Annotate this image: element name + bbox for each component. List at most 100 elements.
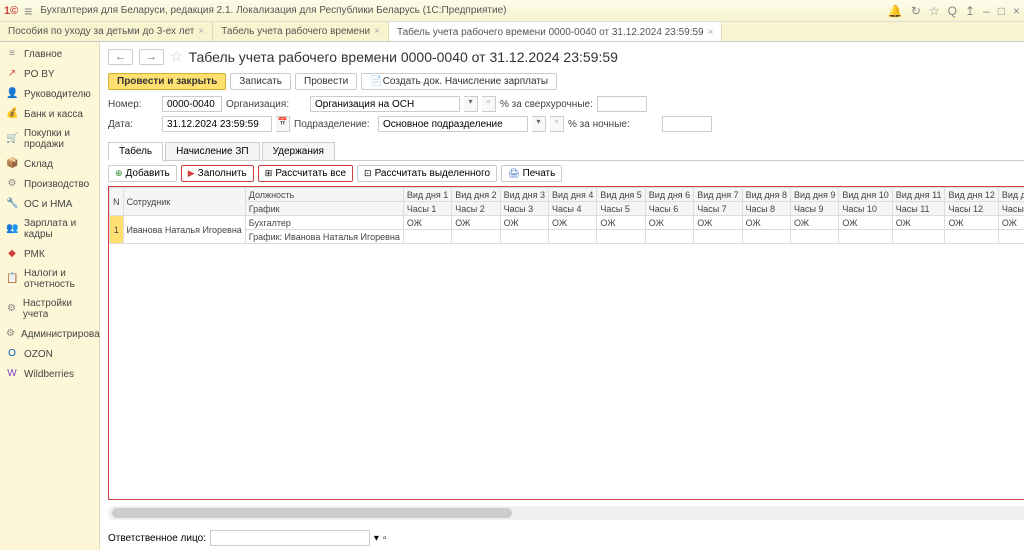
grid-toolbar: ⊕Добавить ▶Заполнить ⊞Рассчитать все ⊡Ра…: [100, 161, 1024, 186]
calc-all-button[interactable]: ⊞Рассчитать все: [258, 165, 353, 182]
sidebar-item-label: Wildberries: [24, 369, 74, 380]
tab-2[interactable]: Табель учета рабочего времени 0000-0040 …: [389, 22, 723, 41]
print-button[interactable]: 🖨Печать: [501, 165, 562, 182]
create-doc-button[interactable]: 📄Создать док. Начисление зарплаты: [361, 73, 557, 90]
sidebar-item-label: Настройки учета: [23, 298, 93, 320]
sidebar-item-5[interactable]: 📦Склад: [0, 154, 99, 174]
menu-icon[interactable]: ≡: [24, 3, 32, 19]
user-icon[interactable]: ↥: [965, 4, 975, 18]
sidebar-item-label: ОС и НМА: [24, 199, 72, 210]
back-button[interactable]: ←: [108, 49, 133, 65]
star-icon[interactable]: ☆: [929, 4, 940, 18]
chevron-down-icon[interactable]: ▾: [464, 96, 478, 112]
sidebar-item-2[interactable]: 👤Руководителю: [0, 84, 99, 104]
tab-0[interactable]: Пособия по уходу за детьми до 3-ех лет×: [0, 22, 213, 41]
titlebar-actions: 🔔 ↻ ☆ Q ↥ – □ ×: [888, 4, 1020, 18]
sidebar-item-label: Налоги и отчетность: [24, 268, 93, 290]
tab-1[interactable]: Табель учета рабочего времени×: [213, 22, 389, 41]
sidebar-item-13[interactable]: O OZON: [0, 344, 99, 364]
date-label: Дата:: [108, 119, 158, 130]
sidebar-item-6[interactable]: ⚙Производство: [0, 174, 99, 194]
num-label: Номер:: [108, 99, 158, 110]
sidebar-icon: 👥: [6, 223, 18, 235]
date-input[interactable]: [162, 116, 272, 132]
app-title: Бухгалтерия для Беларуси, редакция 2.1. …: [40, 5, 887, 16]
q-icon[interactable]: Q: [948, 4, 957, 18]
sidebar-item-11[interactable]: ⚙Настройки учета: [0, 294, 99, 324]
max-icon[interactable]: □: [998, 4, 1005, 18]
chevron-down-icon[interactable]: ▾: [374, 533, 379, 544]
sidebar-item-1[interactable]: ↗PO BY: [0, 64, 99, 84]
sidebar-icon: 🛒: [6, 133, 18, 145]
sidebar-item-7[interactable]: 🔧ОС и НМА: [0, 194, 99, 214]
sidebar-item-10[interactable]: 📋Налоги и отчетность: [0, 264, 99, 294]
night-label: % за ночные:: [568, 119, 658, 130]
min-icon[interactable]: –: [983, 4, 990, 18]
subtabs: Табель Начисление ЗП Удержания: [108, 142, 1024, 161]
history-icon[interactable]: ↻: [911, 4, 921, 18]
sidebar-item-label: Главное: [24, 49, 62, 60]
open-icon[interactable]: ▫: [550, 116, 564, 132]
app-logo: 1©: [4, 5, 18, 17]
fill-button[interactable]: ▶Заполнить: [181, 165, 254, 182]
close-icon[interactable]: ×: [1013, 4, 1020, 18]
bell-icon[interactable]: 🔔: [888, 4, 903, 18]
sidebar-icon: ⚙: [6, 328, 15, 340]
page-header: ← → ☆ Табель учета рабочего времени 0000…: [100, 42, 1024, 71]
sidebar-item-3[interactable]: 💰Банк и касса: [0, 104, 99, 124]
sidebar-item-8[interactable]: 👥 Зарплата и кадры: [0, 214, 99, 244]
sidebar-item-label: Покупки и продажи: [24, 128, 93, 150]
sidebar-item-14[interactable]: W Wildberries: [0, 364, 99, 384]
sidebar-item-label: РМК: [24, 249, 45, 260]
sidebar-icon: 📦: [6, 158, 18, 170]
main-toolbar: Провести и закрыть Записать Провести 📄Со…: [100, 71, 1024, 92]
sidebar-icon: 👤: [6, 88, 18, 100]
sidebar: ≡Главное↗PO BY👤Руководителю💰Банк и касса…: [0, 42, 100, 550]
sidebar-item-12[interactable]: ⚙Администрирование: [0, 324, 99, 344]
sidebar-item-label: OZON: [24, 349, 53, 360]
favorite-icon[interactable]: ☆: [170, 48, 183, 65]
forward-button[interactable]: →: [139, 49, 164, 65]
chevron-down-icon[interactable]: ▾: [532, 116, 546, 132]
subtab-zp[interactable]: Начисление ЗП: [165, 142, 259, 160]
night-input[interactable]: [662, 116, 712, 132]
sidebar-item-9[interactable]: ◆ РМК: [0, 244, 99, 264]
open-icon[interactable]: ▫: [482, 96, 496, 112]
dep-select[interactable]: Основное подразделение: [378, 116, 528, 132]
subtab-ded[interactable]: Удержания: [262, 142, 335, 160]
subtab-tabel[interactable]: Табель: [108, 142, 163, 161]
open-icon[interactable]: ▫: [383, 533, 387, 544]
over-input[interactable]: [597, 96, 647, 112]
sidebar-item-label: Зарплата и кадры: [24, 218, 93, 240]
form: Номер: Организация: Организация на ОСН▾▫…: [100, 92, 1024, 140]
org-select[interactable]: Организация на ОСН: [310, 96, 460, 112]
post-close-button[interactable]: Провести и закрыть: [108, 73, 226, 90]
page-title: Табель учета рабочего времени 0000-0040 …: [189, 49, 618, 65]
resp-label: Ответственное лицо:: [108, 533, 206, 544]
titlebar: 1© ≡ Бухгалтерия для Беларуси, редакция …: [0, 0, 1024, 22]
footer: Ответственное лицо: ▾ ▫: [100, 526, 1024, 550]
post-button[interactable]: Провести: [295, 73, 357, 90]
over-label: % за сверхурочные:: [500, 99, 593, 110]
window-tabs: Пособия по уходу за детьми до 3-ех лет× …: [0, 22, 1024, 42]
calc-sel-button[interactable]: ⊡Рассчитать выделенного: [357, 165, 497, 182]
sidebar-icon: ◆: [6, 248, 18, 260]
grid: NСотрудникДолжностьВид дня 1Вид дня 2Вид…: [108, 186, 1024, 500]
close-icon[interactable]: ×: [198, 26, 204, 37]
resp-input[interactable]: [210, 530, 370, 546]
save-button[interactable]: Записать: [230, 73, 291, 90]
calendar-icon[interactable]: 📅: [276, 116, 290, 132]
sidebar-icon: O: [6, 348, 18, 360]
h-scrollbar[interactable]: [108, 506, 1024, 520]
sidebar-item-label: Производство: [24, 179, 89, 190]
sidebar-item-0[interactable]: ≡Главное: [0, 44, 99, 64]
sidebar-item-4[interactable]: 🛒 Покупки и продажи: [0, 124, 99, 154]
add-button[interactable]: ⊕Добавить: [108, 165, 177, 182]
num-input[interactable]: [162, 96, 222, 112]
close-icon[interactable]: ×: [708, 27, 714, 38]
sidebar-icon: W: [6, 368, 18, 380]
sidebar-icon: 💰: [6, 108, 18, 120]
sidebar-item-label: PO BY: [24, 69, 55, 80]
content: ← → ☆ Табель учета рабочего времени 0000…: [100, 42, 1024, 550]
close-icon[interactable]: ×: [374, 26, 380, 37]
